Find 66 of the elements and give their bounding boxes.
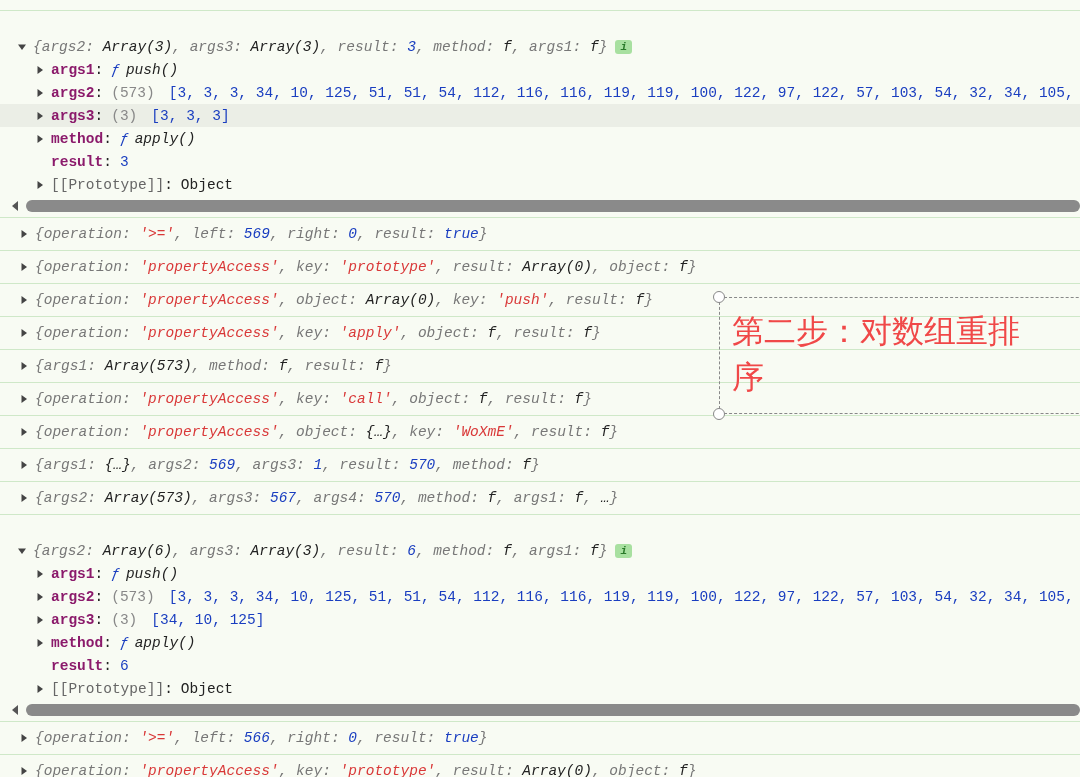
expand-arrow-icon[interactable] [19,733,29,743]
object-summary: {operation: '>=', left: 566, right: 0, result: true} [35,730,488,746]
object-summary: {operation: 'propertyAccess', key: 'apply', object: f, result: f} [35,325,601,341]
property-value: : ƒ apply() [103,634,196,651]
object-summary: {operation: '>=', left: 569, right: 0, result: true} [35,226,488,242]
scrollbar-thumb[interactable] [26,200,1080,212]
object-summary: {args1: {…}, args2: 569, args3: 1, result: 570, method: f} [35,457,540,473]
expand-arrow-icon[interactable] [19,328,29,338]
expand-arrow-icon[interactable] [35,637,45,648]
expand-arrow-icon[interactable] [35,683,45,694]
expand-arrow-icon[interactable] [35,591,45,602]
property-name: method [51,634,104,651]
property-name: args3 [51,107,95,124]
property-name: args1 [51,565,95,582]
expand-arrow-icon[interactable] [35,568,45,579]
object-summary: {operation: 'propertyAccess', object: {…}, key: 'WoXmE', result: f} [35,424,619,440]
property-value: : Object [164,680,234,697]
property-name: args1 [51,61,95,78]
property-value: : 3 [103,153,129,170]
property-value: : ƒ push() [94,565,179,582]
expand-arrow-icon[interactable] [19,295,29,305]
property-name: [[Prototype]] [51,680,165,697]
expand-arrow-icon[interactable] [35,179,45,190]
expand-arrow-icon[interactable] [35,614,45,625]
expand-arrow-icon[interactable] [19,229,29,239]
expand-arrow-icon[interactable] [19,460,29,470]
property-name: args2 [51,588,95,605]
object-summary: {args1: Array(573), method: f, result: f} [35,358,392,374]
property-value: : (573) [3, 3, 3, 34, 10, 125, 51, 51, 54, 112, 116, 116, 119, 119, 100, 122, 97, 122, 57, 103, 54, 32, 34, 105, [94,84,1074,101]
property-value: : (3) [34, 10, 125] [94,611,265,628]
object-summary: {operation: 'propertyAccess', object: Array(0), key: 'push', result: f} [35,292,653,308]
expand-arrow-icon[interactable] [35,133,45,144]
property-value: : ƒ push() [94,61,179,78]
scroll-left-icon[interactable] [10,200,20,212]
expand-arrow-icon[interactable] [19,361,29,371]
expand-arrow-icon[interactable] [19,262,29,272]
resize-handle[interactable] [713,291,725,303]
object-summary: {operation: 'propertyAccess', key: 'prototype', result: Array(0), object: f} [35,259,697,275]
property-name: args3 [51,611,95,628]
scrollbar-thumb[interactable] [26,704,1080,716]
expand-arrow-icon[interactable] [35,64,45,75]
annotation-text: 第二步：对数组重排序 [732,311,1021,398]
expand-arrow-icon[interactable] [19,427,29,437]
object-summary: {args2: Array(573), args3: 567, args4: 570, method: f, args1: f, …} [35,490,619,506]
info-badge[interactable]: i [615,543,632,558]
object-summary: {args2: Array(6), args3: Array(3), result: 6, method: f, args1: f} [33,542,608,559]
property-name: method [51,130,104,147]
object-summary: {args2: Array(3), args3: Array(3), result: 3, method: f, args1: f} [33,38,608,55]
expand-arrow-icon[interactable] [19,394,29,404]
expand-arrow-icon[interactable] [35,110,45,121]
property-value: : (3) [3, 3, 3] [94,107,230,124]
expand-arrow-icon[interactable] [19,493,29,503]
expand-arrow-icon[interactable] [35,87,45,98]
object-summary: {operation: 'propertyAccess', key: 'call', object: f, result: f} [35,391,592,407]
property-value: : 6 [103,657,129,674]
property-name: args2 [51,84,95,101]
property-name: result [51,657,104,674]
info-badge[interactable]: i [615,39,632,54]
property-value: : Object [164,176,234,193]
property-value: : ƒ apply() [103,130,196,147]
property-name: [[Prototype]] [51,176,165,193]
property-name: result [51,153,104,170]
resize-handle[interactable] [713,408,725,420]
scroll-left-icon[interactable] [10,704,20,716]
property-value: : (573) [3, 3, 3, 34, 10, 125, 51, 51, 54, 112, 116, 116, 119, 119, 100, 122, 97, 122, 57, 103, 54, 32, 34, 105, [94,588,1074,605]
expand-arrow-icon[interactable] [19,766,29,776]
